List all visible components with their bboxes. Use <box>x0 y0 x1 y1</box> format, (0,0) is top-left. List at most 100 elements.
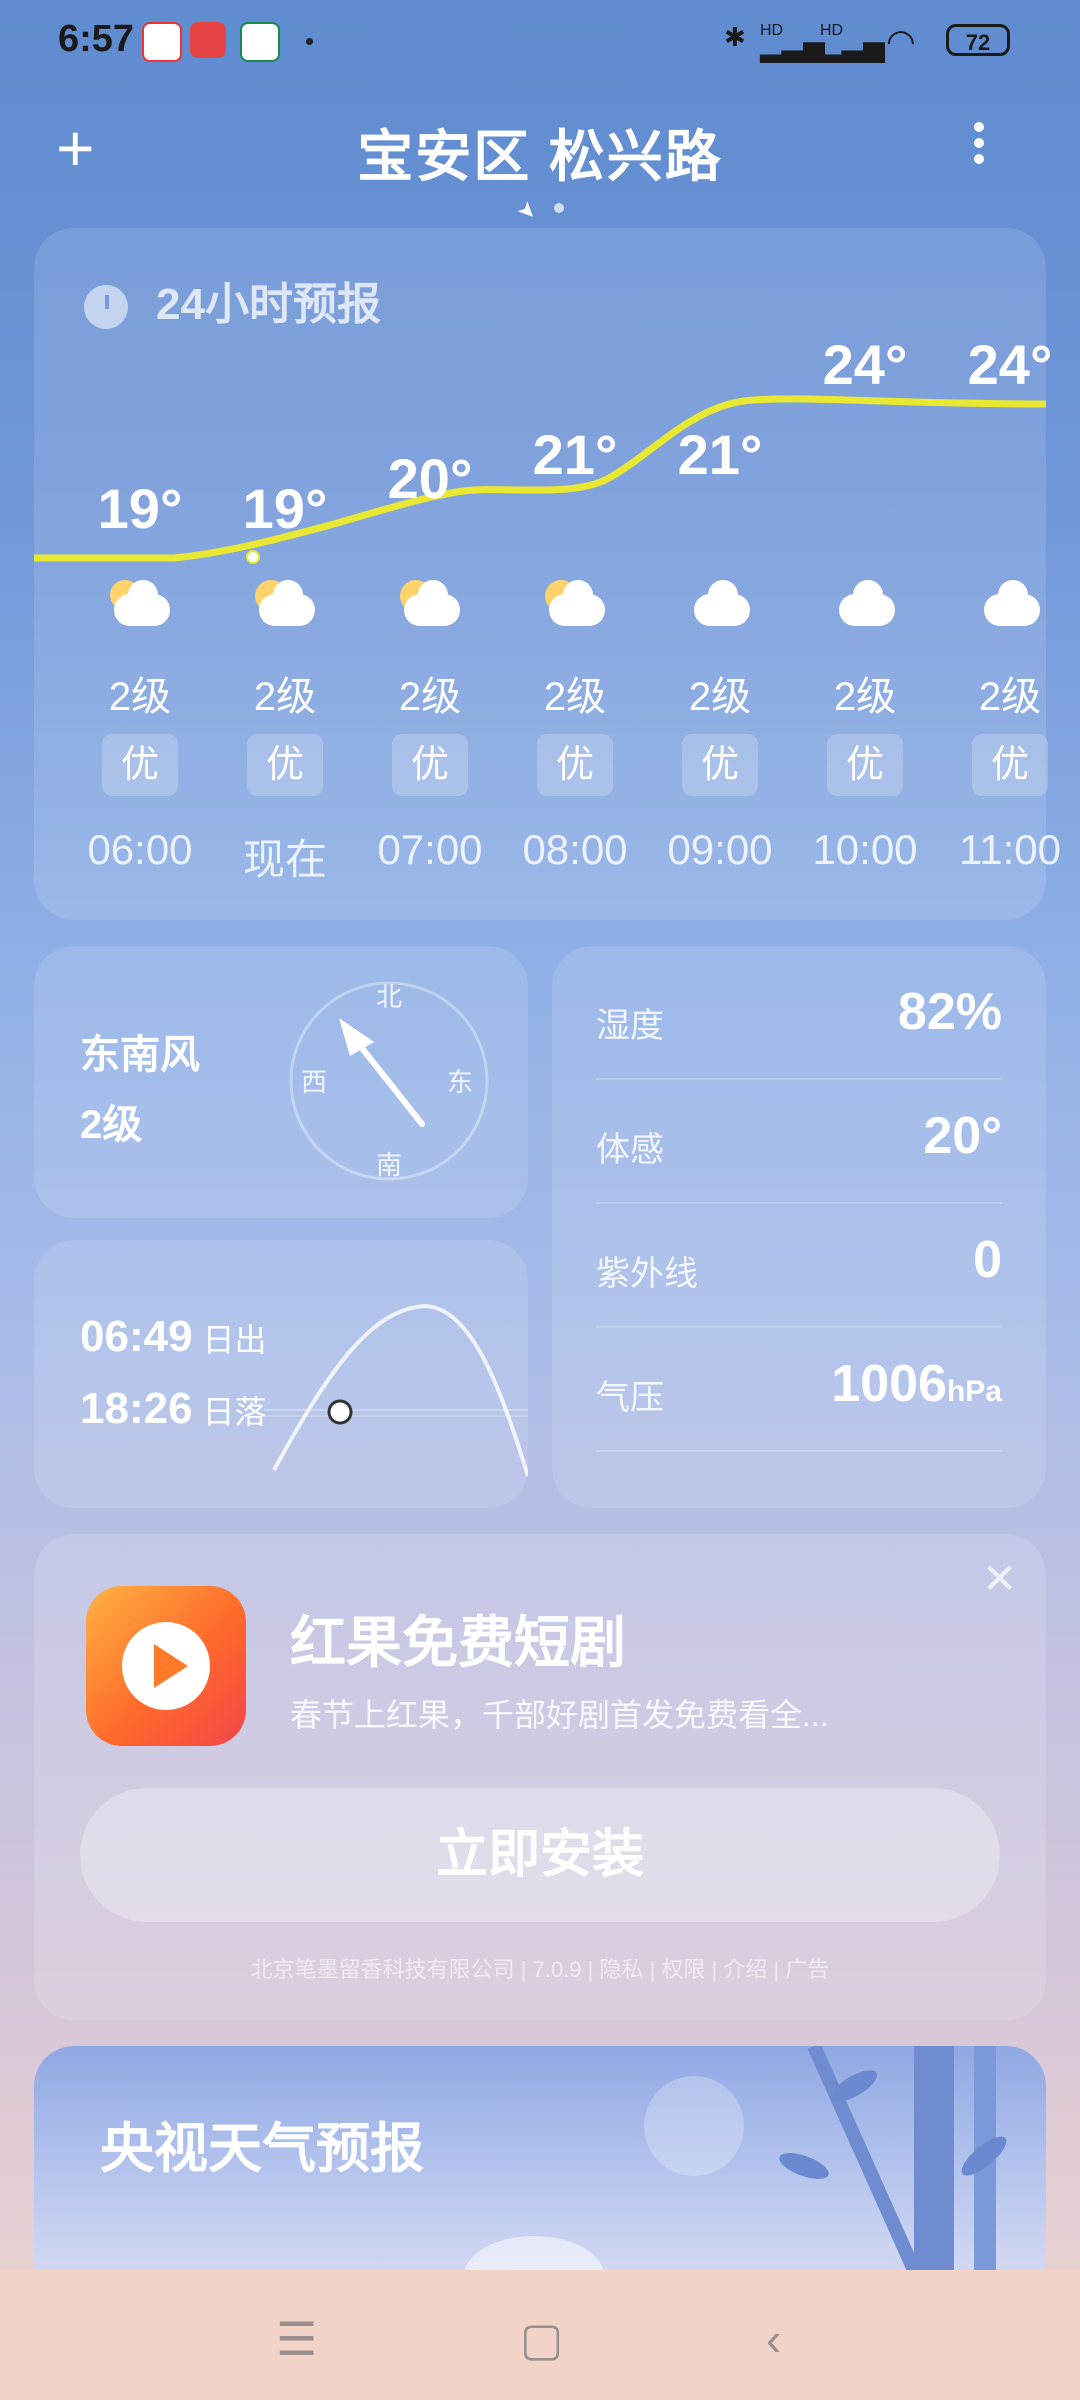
wind-card[interactable]: 东南风 2级 北 南 东 西 <box>34 946 528 1218</box>
pressure-row: 气压 1006hPa <box>596 1326 1002 1452</box>
notification-shop-icon <box>190 22 226 58</box>
compass-north: 北 <box>376 982 402 1012</box>
hour-wind: 2级 <box>543 675 607 719</box>
wind-direction: 东南风 <box>80 1033 200 1077</box>
sun-position-marker <box>327 1399 353 1425</box>
wind-arrow <box>351 1035 425 1127</box>
uv-row: 紫外线 0 <box>596 1202 1002 1328</box>
sunrise-label: 日出 <box>202 1322 267 1358</box>
hour-time: 07:00 <box>377 826 483 873</box>
weather-details-card[interactable]: 湿度 82% 体感 20° 紫外线 0 气压 1006hPa <box>552 946 1046 1508</box>
hour-aqi-badge: 优 <box>392 734 468 796</box>
hour-aqi-badge: 优 <box>827 734 903 796</box>
hour-time: 09:00 <box>667 826 773 873</box>
cctv-title: 央视天气预报 <box>100 2119 424 2179</box>
hour-time: 11:00 <box>959 826 1061 873</box>
hourly-forecast-card[interactable]: 24小时预报 19° 2级 优 06:00 19° 2级 优 现在 20° 2级… <box>34 228 1061 920</box>
hour-temp: 24° <box>967 333 1053 396</box>
notification-avatar-icon <box>142 22 182 62</box>
hour-wind: 2级 <box>398 675 462 719</box>
hour-aqi-badge: 优 <box>247 734 323 796</box>
navigation-bar: ☰ ▢ ‹ <box>0 2270 1080 2400</box>
pressure-value: 1006hPa <box>831 1354 1002 1414</box>
feels-like-label: 体感 <box>596 1131 664 1169</box>
app-ad-card[interactable]: ✕ 红果免费短剧 春节上红果，千部好剧首发免费看全... 立即安装 北京笔墨留香… <box>34 1534 1046 2020</box>
hour-temp: 21° <box>677 423 763 486</box>
hour-temp: 21° <box>532 423 618 486</box>
more-notifications-dot <box>306 38 313 45</box>
hour-aqi-badge: 优 <box>537 734 613 796</box>
pressure-label: 气压 <box>596 1379 664 1417</box>
compass-east: 东 <box>447 1067 473 1097</box>
sunrise-sunset-card[interactable]: 06:49 日出 18:26 日落 <box>34 1240 528 1508</box>
notification-post-icon <box>240 22 280 62</box>
more-menu-button[interactable] <box>964 116 994 176</box>
sunrise-time: 06:49 <box>80 1312 193 1361</box>
current-time-marker <box>246 550 260 564</box>
hour-time: 10:00 <box>812 826 918 873</box>
status-time: 6:57 <box>58 18 135 60</box>
uv-label: 紫外线 <box>596 1255 698 1293</box>
uv-value: 0 <box>973 1231 1002 1289</box>
humidity-value: 82% <box>897 983 1002 1041</box>
hour-temp: 20° <box>387 447 473 510</box>
page-indicator: ➤ <box>0 195 1080 226</box>
humidity-row: 湿度 82% <box>596 954 1002 1080</box>
page-dot <box>554 203 564 213</box>
back-icon[interactable]: ‹ <box>766 2312 781 2366</box>
battery-indicator: 72 <box>946 24 1010 56</box>
pressure-number: 1006 <box>831 1355 947 1413</box>
sun-cloud-icon <box>394 580 466 628</box>
hour-wind: 2级 <box>688 675 752 719</box>
bluetooth-icon: ✱ <box>724 22 746 52</box>
wind-compass: 北 南 东 西 <box>289 981 489 1181</box>
install-button[interactable]: 立即安装 <box>80 1788 1000 1922</box>
sun-cloud-icon <box>249 580 321 628</box>
signal-icon-2: ▂▃▅ <box>820 31 885 62</box>
sun-arc <box>264 1303 528 1477</box>
pressure-unit: hPa <box>946 1375 1002 1408</box>
top-bar: + 宝安区 松兴路 <box>0 100 1080 200</box>
compass-south: 南 <box>376 1150 402 1180</box>
hour-temp: 24° <box>822 333 908 396</box>
cloud-icon <box>974 580 1046 628</box>
wind-arrow-head <box>339 1018 374 1056</box>
app-logo-icon <box>86 1586 246 1746</box>
hour-wind: 2级 <box>978 675 1042 719</box>
ad-footer[interactable]: 北京笔墨留香科技有限公司 | 7.0.9 | 隐私 | 权限 | 介绍 | 广告 <box>34 1952 1046 1984</box>
ad-title: 红果免费短剧 <box>290 1611 626 1674</box>
hour-time: 06:00 <box>87 826 193 873</box>
hour-wind: 2级 <box>108 675 172 719</box>
wind-text: 东南风 2级 <box>80 1020 200 1160</box>
feels-like-row: 体感 20° <box>596 1078 1002 1204</box>
sun-cloud-icon <box>539 580 611 628</box>
hour-time: 08:00 <box>522 826 628 873</box>
city-title: 宝安区 松兴路 <box>357 125 723 188</box>
moon-cloud-icon <box>104 580 176 628</box>
humidity-label: 湿度 <box>596 1007 664 1045</box>
cloud-icon <box>684 580 756 628</box>
sunrise-row: 06:49 日出 <box>80 1312 267 1362</box>
signal-icon-1: ▂▃▅ <box>760 31 825 62</box>
hour-temp: 19° <box>97 477 183 540</box>
sunset-label: 日落 <box>202 1394 267 1430</box>
sunset-row: 18:26 日落 <box>80 1384 267 1434</box>
wind-level: 2级 <box>80 1103 143 1147</box>
hour-wind: 2级 <box>833 675 897 719</box>
cloud-icon <box>829 580 901 628</box>
sunset-time: 18:26 <box>80 1384 193 1433</box>
feels-like-value: 20° <box>923 1107 1002 1165</box>
home-icon[interactable]: ▢ <box>520 2312 563 2366</box>
hour-temp: 19° <box>242 477 328 540</box>
hour-wind: 2级 <box>253 675 317 719</box>
hour-aqi-badge: 优 <box>682 734 758 796</box>
cctv-forecast-card[interactable]: 央视天气预报 <box>34 2046 1046 2270</box>
ad-subtitle: 春节上红果，千部好剧首发免费看全... <box>290 1697 829 1733</box>
hour-aqi-badge: 优 <box>972 734 1048 796</box>
status-bar: 6:57 ✱ HD ▂▃▅ HD ▂▃▅ ◠ 72 <box>0 0 1080 80</box>
recents-icon[interactable]: ☰ <box>276 2312 317 2366</box>
location-arrow-icon: ➤ <box>512 195 543 227</box>
hour-aqi-badge: 优 <box>102 734 178 796</box>
hour-time: 现在 <box>242 836 327 883</box>
close-ad-icon[interactable]: ✕ <box>982 1554 1017 1603</box>
